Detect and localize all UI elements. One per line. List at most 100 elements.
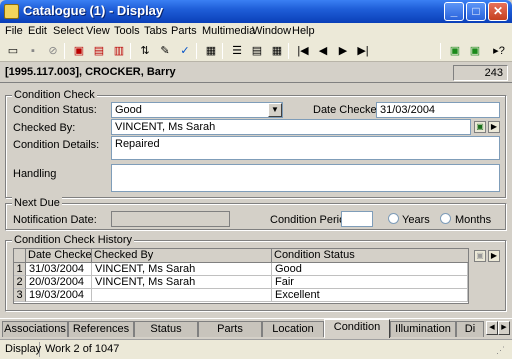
condition-status-select[interactable]: Good ▼ [111, 102, 283, 118]
detach-icon[interactable]: ▣ [466, 42, 484, 60]
tab-di[interactable]: Di [456, 321, 484, 337]
row-number: 3 [14, 289, 26, 302]
report-icon[interactable]: ▦ [202, 42, 220, 60]
menu-tools[interactable]: Tools [114, 25, 140, 37]
status-mode: Display [2, 342, 41, 357]
date-checked-field[interactable]: 31/03/2004 [376, 102, 500, 118]
help-icon[interactable]: ▸? [490, 42, 508, 60]
table-cell[interactable]: VINCENT, Ms Sarah [92, 263, 272, 276]
condition-period-field[interactable] [341, 211, 373, 227]
column-header-date[interactable]: Date Checked [26, 249, 98, 263]
table-cell[interactable]: Excellent [272, 289, 468, 302]
tab-status[interactable]: Status [134, 321, 198, 337]
menu-bar: File Edit Select View Tools Tabs Parts M… [0, 23, 512, 40]
lookup-attach-icon[interactable]: ▣ [474, 121, 486, 133]
menu-window[interactable]: Window [252, 25, 291, 37]
resize-grip-icon[interactable]: ⋰ [496, 345, 508, 357]
tab-associations[interactable]: Associations [2, 321, 68, 337]
condition-status-value: Good [115, 104, 142, 116]
table-cell[interactable]: VINCENT, Ms Sarah [92, 276, 272, 289]
delete-record-icon[interactable]: ▤ [90, 42, 108, 60]
page-view-icon[interactable]: ▦ [268, 42, 286, 60]
condition-details-value: Repaired [115, 138, 160, 150]
close-button[interactable]: ✕ [488, 2, 508, 21]
years-label: Years [402, 214, 430, 226]
chevron-right-icon[interactable]: ▶ [498, 321, 510, 335]
table-cell[interactable]: 20/03/2004 [26, 276, 92, 289]
group-title: Next Due [12, 197, 62, 209]
status-bar: Display Work 2 of 1047 ⋰ [0, 339, 512, 359]
first-icon[interactable]: |◀ [294, 42, 312, 60]
attach-icon[interactable]: ▣ [446, 42, 464, 60]
table-cell[interactable]: 31/03/2004 [26, 263, 92, 276]
tab-illumination[interactable]: Illumination [390, 321, 456, 337]
handling-field[interactable] [111, 164, 500, 192]
date-checked-label: Date Checked: [313, 104, 386, 116]
condition-details-field[interactable]: Repaired [111, 136, 500, 160]
menu-view[interactable]: View [86, 25, 110, 37]
table-cell[interactable] [92, 289, 272, 302]
table-cell[interactable]: 19/03/2004 [26, 289, 92, 302]
date-checked-value: 31/03/2004 [380, 104, 436, 116]
menu-file[interactable]: File [5, 25, 23, 37]
status-position: Work 2 of 1047 [45, 343, 120, 355]
window-title: Catalogue (1) - Display [23, 3, 164, 18]
condition-details-label: Condition Details: [13, 139, 100, 151]
minimize-button[interactable]: _ [444, 2, 464, 21]
menu-select[interactable]: Select [53, 25, 84, 37]
record-header: [1995.117.003], CROCKER, Barry 243 [0, 64, 512, 83]
tab-location[interactable]: Location [262, 321, 324, 337]
menu-help[interactable]: Help [292, 25, 315, 37]
tab-parts[interactable]: Parts [198, 321, 262, 337]
table-cell[interactable]: Fair [272, 276, 468, 289]
checked-by-field[interactable]: VINCENT, Ms Sarah [111, 119, 471, 135]
notification-date-label: Notification Date: [13, 214, 97, 226]
tab-condition[interactable]: Condition [324, 319, 390, 338]
months-label: Months [455, 214, 492, 226]
copy-record-icon[interactable]: ▥ [110, 42, 128, 60]
row-number: 2 [14, 276, 26, 289]
record-title: [1995.117.003], CROCKER, Barry [5, 66, 176, 78]
menu-tabs[interactable]: Tabs [144, 25, 167, 37]
new-record-icon[interactable]: ▣ [70, 42, 88, 60]
history-table[interactable]: Date Checked Checked By Condition Status… [13, 248, 469, 304]
table-cell[interactable]: Good [272, 263, 468, 276]
menu-edit[interactable]: Edit [28, 25, 47, 37]
menu-multimedia[interactable]: Multimedia [202, 25, 255, 37]
history-attach-icon[interactable]: ▣ [474, 250, 486, 262]
new-icon[interactable]: ▭ [4, 42, 22, 60]
lookup-go-icon[interactable]: ▶ [488, 121, 500, 133]
chevron-down-icon[interactable]: ▼ [268, 103, 282, 117]
sort-icon[interactable]: ⇅ [136, 42, 154, 60]
notification-date-field [111, 211, 230, 227]
group-title: Condition Check History [12, 234, 134, 246]
condition-status-label: Condition Status: [13, 104, 97, 116]
last-icon[interactable]: ▶| [354, 42, 372, 60]
months-radio[interactable] [440, 213, 451, 224]
menu-parts[interactable]: Parts [171, 25, 197, 37]
list-view-icon[interactable]: ☰ [228, 42, 246, 60]
prev-icon[interactable]: ◀ [314, 42, 332, 60]
next-icon[interactable]: ▶ [334, 42, 352, 60]
checked-by-label: Checked By: [13, 122, 76, 134]
edit-icon[interactable]: ✎ [156, 42, 174, 60]
detail-view-icon[interactable]: ▤ [248, 42, 266, 60]
maximize-button[interactable]: □ [466, 2, 486, 21]
record-count-box: 243 [453, 65, 508, 81]
save-icon[interactable]: ▪ [24, 42, 42, 60]
chevron-left-icon[interactable]: ◀ [486, 321, 498, 335]
record-count: 243 [484, 67, 503, 79]
disabled-icon[interactable]: ⊘ [44, 42, 62, 60]
column-header-status[interactable]: Condition Status [272, 249, 468, 263]
years-radio[interactable] [388, 213, 399, 224]
row-number: 1 [14, 263, 26, 276]
tab-references[interactable]: References [68, 321, 134, 337]
handling-label: Handling [13, 168, 57, 180]
history-go-icon[interactable]: ▶ [488, 250, 500, 262]
row-number-header [14, 249, 26, 263]
tab-strip: Associations References Status Parts Loc… [0, 318, 512, 338]
spellcheck-icon[interactable]: ✓ [176, 42, 194, 60]
column-header-checked-by[interactable]: Checked By [92, 249, 272, 263]
toolbar: ▭ ▪ ⊘ ▣ ▤ ▥ ⇅ ✎ ✓ ▦ ☰ ▤ ▦ |◀ ◀ ▶ ▶| ▣ ▣ … [0, 40, 512, 62]
app-icon [4, 4, 19, 19]
